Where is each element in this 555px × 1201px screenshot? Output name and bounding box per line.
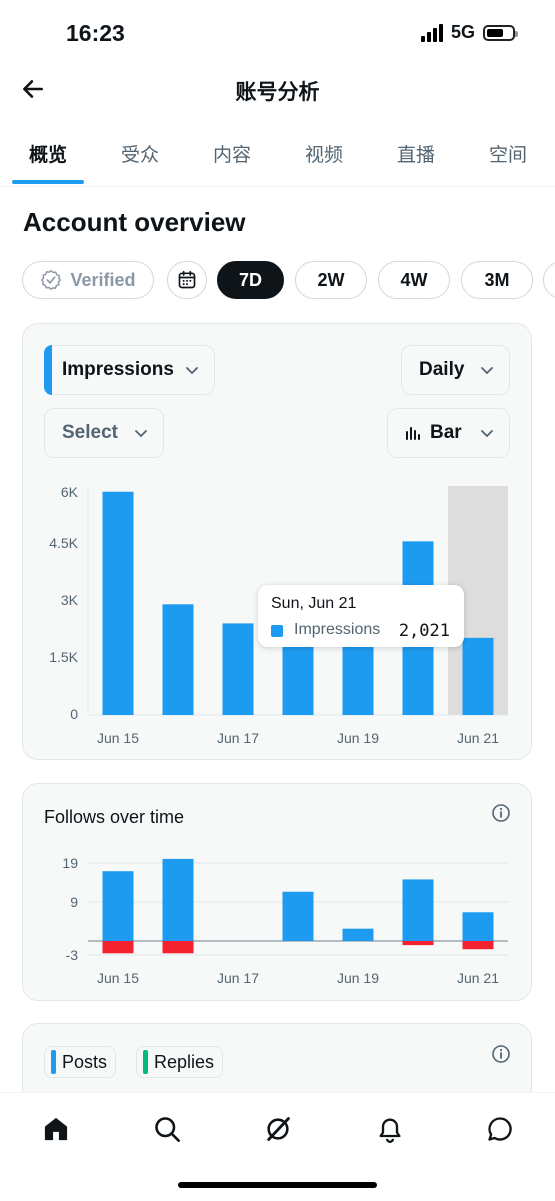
- metric-dropdown[interactable]: Impressions: [44, 345, 215, 395]
- nav-messages[interactable]: [480, 1109, 520, 1149]
- nav-home[interactable]: [36, 1109, 76, 1149]
- x-tick-label: Jun 15: [96, 730, 140, 746]
- date-filter-bar: Verified 7D 2W 4W 3M: [22, 261, 555, 303]
- tooltip-title: Sun, Jun 21: [271, 595, 357, 612]
- status-time: 16:23: [66, 20, 125, 46]
- tab-bar: 概览 受众 内容 视频 直播 空间: [0, 128, 555, 187]
- x-tick-label: Jun 17: [216, 970, 260, 986]
- verified-filter-chip[interactable]: Verified: [22, 261, 154, 299]
- chevron-down-icon: [186, 367, 198, 375]
- range-chip-7d[interactable]: 7D: [217, 261, 284, 299]
- chevron-down-icon: [481, 430, 493, 438]
- y-tick-label: 3K: [60, 592, 78, 608]
- info-icon[interactable]: [491, 1044, 511, 1064]
- messages-icon: [488, 1117, 512, 1141]
- home-icon: [44, 1117, 68, 1141]
- search-icon: [155, 1117, 180, 1142]
- compare-label: Select: [62, 422, 118, 443]
- tab-indicator: [12, 180, 84, 184]
- range-chip-3m[interactable]: 3M: [461, 261, 533, 299]
- metric-label: Impressions: [62, 359, 174, 380]
- y-tick-label: 19: [62, 855, 78, 871]
- x-tick-label: Jun 21: [456, 970, 500, 986]
- x-tick-label: Jun 19: [336, 970, 380, 986]
- info-icon[interactable]: [491, 803, 511, 823]
- x-tick-label: Jun 21: [456, 730, 500, 746]
- chart-type-dropdown[interactable]: Bar: [387, 408, 510, 458]
- y-tick-label: 9: [70, 894, 78, 910]
- notifications-icon: [379, 1118, 401, 1143]
- tooltip-value: 2,021: [398, 621, 450, 641]
- x-tick-label: Jun 19: [336, 730, 380, 746]
- nav-grok[interactable]: [258, 1109, 298, 1149]
- section-title: Account overview: [23, 207, 246, 237]
- tab-video[interactable]: 视频: [305, 140, 343, 167]
- chart-tooltip: Sun, Jun 21 Impressions 2,021: [258, 585, 464, 647]
- x-tick-label: Jun 15: [96, 970, 140, 986]
- y-tick-label: 0: [70, 706, 78, 722]
- status-bar: 16:23 5G: [0, 0, 555, 62]
- chart-type-label: Bar: [430, 422, 462, 443]
- interval-label: Daily: [419, 359, 465, 380]
- nav-search[interactable]: [147, 1109, 187, 1149]
- tooltip-swatch: [271, 625, 283, 637]
- range-chip-4w[interactable]: 4W: [378, 261, 450, 299]
- y-tick-label: 4.5K: [49, 535, 78, 551]
- legend-posts[interactable]: Posts: [44, 1046, 117, 1078]
- y-tick-label: 1.5K: [49, 649, 78, 665]
- metric-color-bar: [44, 345, 52, 395]
- status-indicators: 5G: [420, 22, 518, 43]
- home-indicator: [178, 1182, 377, 1188]
- tab-overview[interactable]: 概览: [29, 140, 67, 167]
- page-title: 账号分析: [235, 81, 320, 104]
- legend-color-replies: [143, 1050, 148, 1074]
- legend-replies-label: Replies: [154, 1051, 215, 1072]
- header: 账号分析: [0, 62, 555, 118]
- nav-notifications[interactable]: [370, 1109, 410, 1149]
- signal-icon: [420, 23, 443, 42]
- chevron-down-icon: [135, 430, 147, 438]
- y-tick-label: 6K: [60, 484, 78, 500]
- grok-icon: [267, 1117, 290, 1141]
- interval-dropdown[interactable]: Daily: [401, 345, 510, 395]
- tooltip-series: Impressions: [294, 621, 381, 638]
- compare-dropdown[interactable]: Select: [44, 408, 164, 458]
- calendar-button[interactable]: [167, 261, 207, 299]
- tab-spaces[interactable]: 空间: [489, 140, 527, 167]
- range-chip-2w[interactable]: 2W: [295, 261, 367, 299]
- bar-chart-icon: [406, 427, 420, 440]
- calendar-icon: [178, 270, 196, 289]
- battery-icon: [483, 24, 518, 41]
- chevron-down-icon: [481, 367, 493, 375]
- tab-live[interactable]: 直播: [397, 140, 435, 167]
- network-type: 5G: [450, 22, 475, 42]
- follows-card-title: Follows over time: [44, 807, 185, 827]
- tab-audience[interactable]: 受众: [121, 140, 159, 167]
- y-tick-label: -3: [65, 947, 78, 963]
- legend-posts-label: Posts: [62, 1051, 108, 1072]
- tab-content[interactable]: 内容: [213, 140, 251, 167]
- range-chip-more[interactable]: [543, 261, 555, 299]
- legend-color-posts: [51, 1050, 56, 1074]
- verified-badge-icon: [41, 269, 62, 291]
- x-tick-label: Jun 17: [216, 730, 260, 746]
- verified-label: Verified: [70, 269, 136, 290]
- legend-replies[interactable]: Replies: [136, 1046, 224, 1078]
